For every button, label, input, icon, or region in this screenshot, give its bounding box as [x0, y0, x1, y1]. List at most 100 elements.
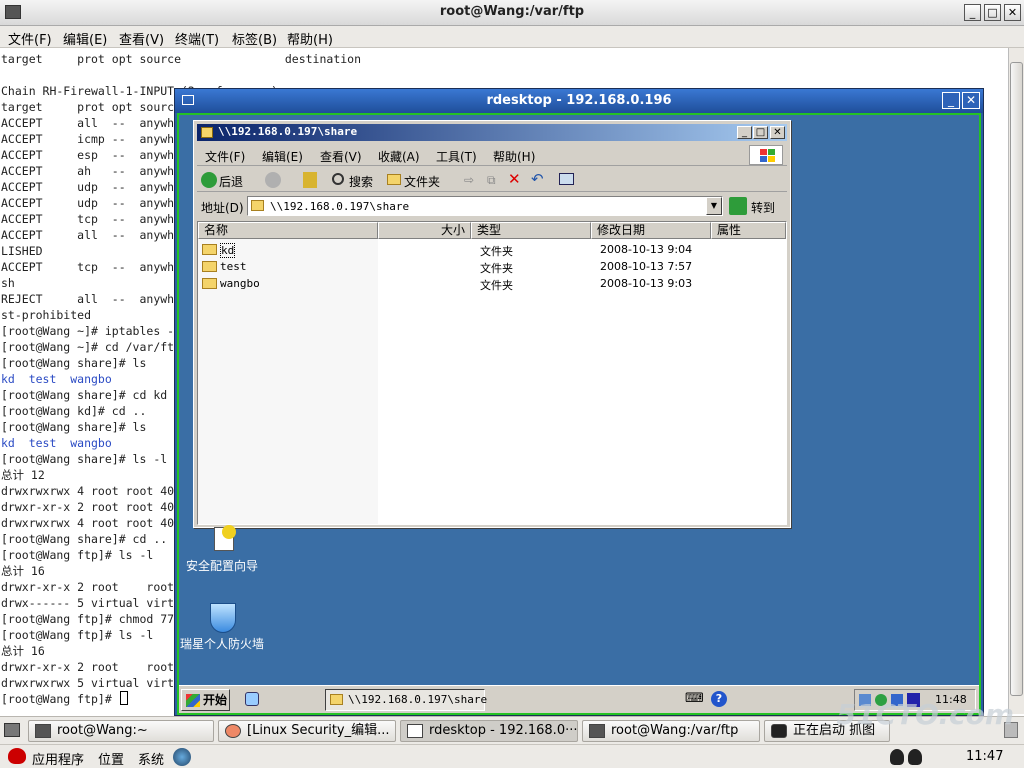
terminal-menubar: 文件(F) 编辑(E) 查看(V) 终端(T) 标签(B) 帮助(H) — [0, 26, 1024, 48]
keyboard-icon[interactable]: ⌨ — [685, 691, 704, 706]
terminal-titlebar[interactable]: root@Wang:/var/ftp _ □ ✕ — [0, 0, 1024, 26]
maximize-button[interactable]: □ — [984, 4, 1001, 21]
task-linux-security[interactable]: [Linux Security_编辑... — [218, 720, 396, 742]
ex-menu-help[interactable]: 帮助(H) — [493, 148, 535, 165]
terminal-line: 总计 16 — [1, 564, 45, 578]
menu-terminal[interactable]: 终端(T) — [175, 29, 219, 48]
terminal-line: ACCEPT esp -- anywh — [1, 148, 175, 162]
firewall-shield-icon — [206, 603, 238, 635]
scrollbar-thumb[interactable] — [1010, 62, 1023, 696]
gnome-top-panel: 应用程序 位置 系统 11:47 — [0, 744, 1024, 768]
go-button[interactable]: 转到 — [751, 199, 775, 216]
terminal-icon — [35, 724, 51, 738]
task-root-home[interactable]: root@Wang:~ — [28, 720, 214, 742]
ex-menu-tools[interactable]: 工具(T) — [436, 148, 477, 165]
qq-icon[interactable] — [908, 749, 922, 765]
file-type: 文件夹 — [480, 279, 513, 292]
folders-button[interactable]: 文件夹 — [404, 173, 440, 190]
forward-icon[interactable] — [265, 172, 281, 188]
browser-icon — [225, 724, 241, 738]
undo-icon[interactable]: ↶ — [531, 170, 544, 188]
show-desktop-icon[interactable] — [4, 723, 20, 737]
task-explorer[interactable]: \\192.168.0.197\share — [325, 689, 487, 711]
menu-edit[interactable]: 编辑(E) — [63, 29, 107, 48]
menu-tabs[interactable]: 标签(B) — [232, 29, 277, 48]
terminal-line: [root@Wang ~]# iptables - — [1, 324, 175, 338]
table-row[interactable]: wangbo 文件夹 2008-10-13 9:03 — [198, 275, 786, 292]
folders-icon[interactable] — [387, 174, 401, 185]
watermark: 51CTO.com — [836, 698, 1014, 731]
table-row[interactable]: kd 文件夹 2008-10-13 9:04 — [198, 241, 786, 258]
menu-places[interactable]: 位置 — [98, 749, 124, 768]
file-name: kd — [220, 243, 236, 258]
terminal-line: ACCEPT tcp -- anywh — [1, 212, 175, 226]
task-rdesktop[interactable]: rdesktop - 192.168.0··· — [400, 720, 578, 742]
show-desktop-icon[interactable] — [245, 692, 259, 706]
terminal-line: drwxr-xr-x 2 root root 40 — [1, 500, 175, 514]
menu-applications[interactable]: 应用程序 — [32, 749, 84, 768]
menu-help[interactable]: 帮助(H) — [287, 29, 333, 48]
rd-minimize-button[interactable]: _ — [942, 92, 960, 109]
terminal-line: ACCEPT tcp -- anywh — [1, 260, 175, 274]
terminal-line: drwx------ 5 virtual virt — [1, 596, 175, 610]
window-title: root@Wang:/var/ftp — [439, 4, 585, 19]
explorer-window: \\192.168.0.197\share _ □ ✕ 文件(F) 编辑(E) … — [193, 120, 791, 528]
address-input[interactable]: \\192.168.0.197\share ▼ — [247, 196, 723, 216]
rdesktop-titlebar[interactable]: rdesktop - 192.168.0.196 _ ✕ — [175, 89, 983, 113]
search-icon[interactable] — [332, 173, 344, 185]
go-arrow-icon[interactable] — [729, 197, 747, 215]
table-row[interactable]: test 文件夹 2008-10-13 7:57 — [198, 258, 786, 275]
desktop-icon-rising-firewall[interactable]: 瑞星个人防火墙 — [172, 603, 272, 652]
terminal-line: LISHED — [1, 244, 43, 258]
file-list[interactable]: 名称 大小 类型 修改日期 属性 kd 文件夹 2008-10-13 9:04 … — [197, 221, 787, 525]
terminal-line: ACCEPT udp -- anywh — [1, 180, 175, 194]
col-name[interactable]: 名称 — [198, 222, 378, 239]
move-to-icon[interactable]: ⇨ — [464, 173, 474, 187]
ex-menu-edit[interactable]: 编辑(E) — [262, 148, 303, 165]
start-button[interactable]: 开始 — [181, 689, 230, 711]
help-icon[interactable]: ? — [711, 691, 727, 707]
folder-icon — [330, 694, 343, 705]
start-label: 开始 — [203, 693, 228, 707]
explorer-titlebar[interactable]: \\192.168.0.197\share _ □ ✕ — [197, 124, 787, 141]
ex-menu-file[interactable]: 文件(F) — [205, 148, 245, 165]
col-modified[interactable]: 修改日期 — [591, 222, 711, 239]
menu-view[interactable]: 查看(V) — [119, 29, 164, 48]
col-attributes[interactable]: 属性 — [711, 222, 786, 239]
task-label: root@Wang:~ — [57, 723, 148, 738]
terminal-line: ACCEPT icmp -- anywh — [1, 132, 175, 146]
qq-icon[interactable] — [890, 749, 904, 765]
up-folder-icon[interactable] — [303, 172, 317, 188]
menu-system[interactable]: 系统 — [138, 749, 164, 768]
terminal-line: [root@Wang ftp]# ls -l — [1, 548, 154, 562]
copy-to-icon[interactable]: ⧉ — [487, 173, 496, 188]
desktop-icon-security-wizard[interactable]: 安全配置向导 — [172, 525, 272, 574]
col-type[interactable]: 类型 — [471, 222, 591, 239]
address-label: 地址(D) — [201, 201, 244, 215]
close-button[interactable]: ✕ — [1004, 4, 1021, 21]
terminal-line: [root@Wang ftp]# — [1, 692, 119, 706]
ex-menu-view[interactable]: 查看(V) — [320, 148, 362, 165]
terminal-line: [root@Wang share]# cd .. — [1, 532, 168, 546]
terminal-scrollbar[interactable] — [1008, 48, 1024, 714]
views-icon[interactable] — [559, 173, 574, 185]
address-dropdown-icon[interactable]: ▼ — [706, 197, 722, 215]
back-button[interactable]: 后退 — [219, 173, 243, 190]
col-size[interactable]: 大小 — [378, 222, 471, 239]
terminal-line: ACCEPT ah -- anywh — [1, 164, 175, 178]
minimize-button[interactable]: _ — [964, 4, 981, 21]
rd-close-button[interactable]: ✕ — [962, 92, 980, 109]
terminal-line: [root@Wang ftp]# ls -l — [1, 628, 154, 642]
ex-menu-favorites[interactable]: 收藏(A) — [378, 148, 420, 165]
web-browser-icon[interactable] — [173, 748, 191, 766]
terminal-line: st-prohibited — [1, 308, 92, 322]
menu-file[interactable]: 文件(F) — [8, 29, 52, 48]
terminal-line: [root@Wang share]# ls — [1, 356, 147, 370]
ex-close-button[interactable]: ✕ — [770, 126, 785, 139]
delete-icon[interactable]: ✕ — [508, 170, 521, 188]
task-root-ftp[interactable]: root@Wang:/var/ftp — [582, 720, 760, 742]
ex-maximize-button[interactable]: □ — [753, 126, 768, 139]
back-icon[interactable] — [201, 172, 217, 188]
ex-minimize-button[interactable]: _ — [737, 126, 752, 139]
search-button[interactable]: 搜索 — [349, 173, 373, 190]
